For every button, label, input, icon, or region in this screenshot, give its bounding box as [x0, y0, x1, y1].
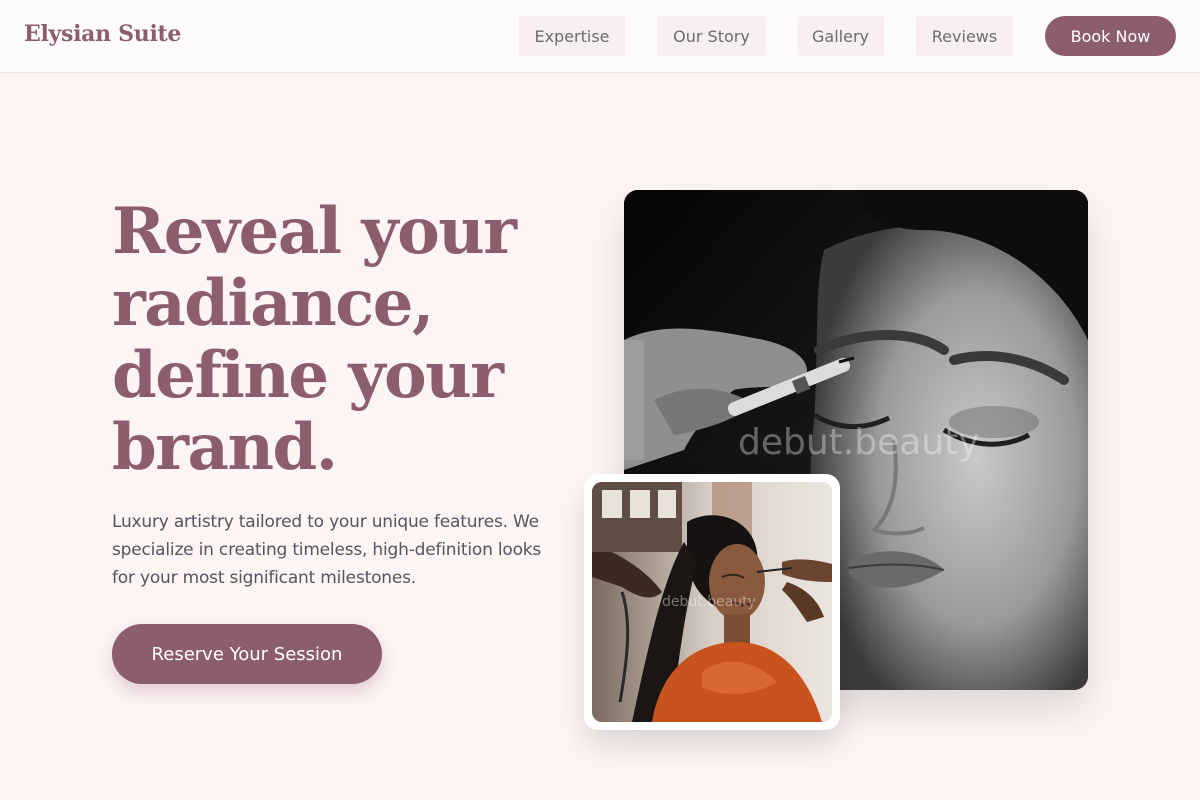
hero-title-line: Reveal your [112, 194, 517, 269]
site-header: Elysian Suite Expertise Our Story Galler… [0, 0, 1200, 73]
nav-link-our-story[interactable]: Our Story [657, 16, 766, 56]
hero-title-line: radiance, [112, 266, 434, 341]
nav-link-expertise[interactable]: Expertise [519, 16, 625, 56]
hero-description-line: for your most significant milestones. [112, 568, 416, 588]
hero-description-line: specialize in creating timeless, high-de… [112, 540, 542, 560]
book-now-button[interactable]: Book Now [1045, 16, 1176, 56]
hero-title: Reveal your radiance, define your brand. [112, 196, 552, 484]
hero-description-line: Luxury artistry tailored to your unique … [112, 512, 539, 532]
reserve-session-button[interactable]: Reserve Your Session [112, 624, 382, 684]
brand-logo[interactable]: Elysian Suite [24, 21, 181, 47]
main-photo-watermark: debut.beauty [738, 422, 980, 463]
hero-inset-photo-frame: debut.beauty [584, 474, 840, 730]
hero-title-line: brand. [112, 410, 338, 485]
nav-link-gallery[interactable]: Gallery [797, 16, 884, 56]
inset-photo-watermark: debut.beauty [662, 594, 756, 610]
hero-description: Luxury artistry tailored to your unique … [112, 508, 587, 592]
hero-inset-photo: debut.beauty [592, 482, 832, 722]
hero-title-line: define your [112, 338, 504, 413]
nav-link-reviews[interactable]: Reviews [916, 16, 1013, 56]
